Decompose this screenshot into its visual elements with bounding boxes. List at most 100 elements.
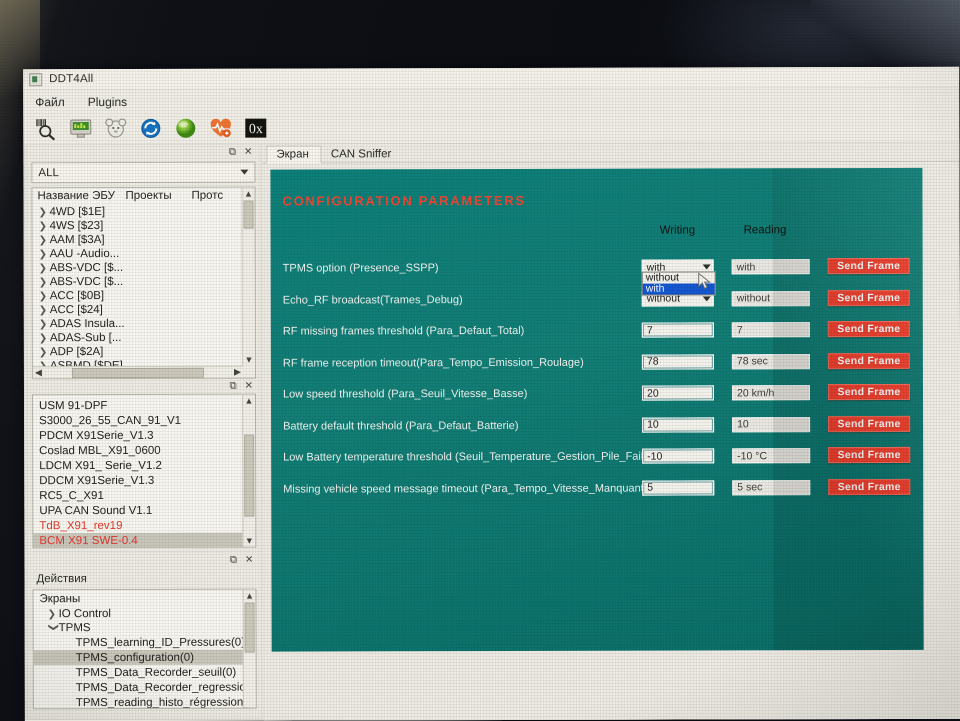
tree-leaf-item[interactable]: TPMS_learning_ID_Pressures(0) <box>34 635 256 651</box>
module-list-vscrollbar[interactable]: ▲ ▼ <box>242 394 256 547</box>
hscroll-thumb[interactable] <box>71 367 204 378</box>
ecu-list-item[interactable]: ❯ AAU -Audio... <box>33 247 255 262</box>
chevron-right-icon[interactable]: ❯ <box>39 347 50 358</box>
scroll-thumb[interactable] <box>243 200 254 229</box>
float-icon[interactable]: ⧉ <box>230 554 237 565</box>
mouse-cursor-icon <box>698 272 711 290</box>
module-list-item[interactable]: BCM X91 SWE-0.4 <box>33 532 256 549</box>
chevron-right-icon[interactable]: ❯ <box>39 235 50 246</box>
tree-leaf-item[interactable]: TPMS_configuration(0) <box>33 649 256 666</box>
start-icon[interactable] <box>173 116 198 141</box>
chevron-right-icon[interactable]: ❯ <box>39 249 50 260</box>
scroll-up-icon[interactable]: ▲ <box>243 395 255 407</box>
chevron-right-icon[interactable]: ❯ <box>39 207 50 218</box>
ecu-list-item[interactable]: ❯ ABS-VDC [$... <box>33 261 255 276</box>
send-frame-button[interactable]: Send Frame <box>828 415 911 432</box>
scroll-up-icon[interactable]: ▲ <box>242 188 254 200</box>
chevron-right-icon[interactable]: ❯ <box>39 305 50 316</box>
module-list-item[interactable]: USM 91-DPF <box>33 398 255 414</box>
menu-plugins[interactable]: Plugins <box>88 94 127 108</box>
parameter-label: Echo_RF broadcast(Trames_Debug) <box>282 293 463 307</box>
send-frame-button[interactable]: Send Frame <box>827 257 910 275</box>
writing-input[interactable]: 5 <box>642 479 715 496</box>
ecu-list-item[interactable]: ❯ ABS-VDC [$... <box>33 275 255 290</box>
module-list-item[interactable]: LDCM X91_ Serie_V1.2 <box>33 458 255 474</box>
ecu-list-hscrollbar[interactable]: ◀ ▶ <box>32 365 243 379</box>
float-icon[interactable]: ⧉ <box>229 380 236 391</box>
send-frame-button[interactable]: Send Frame <box>827 383 911 401</box>
actions-treebox[interactable]: Экраны ❯ IO Control ❯ TPMS TPMS_learning_ID_… <box>32 588 257 710</box>
scroll-left-icon[interactable]: ◀ <box>34 367 43 378</box>
module-listbox[interactable]: USM 91-DPF S3000_26_55_CAN_91_V1 PDCM X91S… <box>31 393 257 549</box>
ecg-heart-icon[interactable] <box>208 116 233 141</box>
send-frame-button[interactable]: Send Frame <box>828 446 911 464</box>
scroll-up-icon[interactable]: ▲ <box>244 590 256 602</box>
float-icon[interactable]: ⧉ <box>229 146 236 157</box>
actions-tree-vscrollbar[interactable]: ▲ <box>242 589 256 708</box>
chevron-down-icon[interactable] <box>702 264 711 270</box>
mouse-icon[interactable] <box>103 116 128 141</box>
module-list-item[interactable]: TdB_X91_rev19 <box>33 518 255 534</box>
ecu-list-item[interactable]: ❯ AAM [$3A] <box>33 233 255 248</box>
ecu-scan-icon[interactable] <box>33 116 58 141</box>
screen-area: CONFIGURATION PARAMETERS Writing Reading… <box>262 161 960 721</box>
writing-input[interactable]: 78 <box>641 353 714 370</box>
ecu-list-vscrollbar[interactable]: ▲ ▼ <box>241 187 255 378</box>
tree-leaf-item[interactable]: TPMS_reading_histo_régression_1(0) <box>34 695 257 710</box>
tab-screen[interactable]: Экран <box>266 145 322 164</box>
tree-leaf-item[interactable]: TPMS_Data_Recorder_seuil(0) <box>34 665 256 681</box>
module-list-item[interactable]: PDCM X91Serie_V1.3 <box>33 428 255 444</box>
writing-input[interactable]: 7 <box>641 322 714 338</box>
menu-file[interactable]: Файл <box>35 95 65 109</box>
send-frame-button[interactable]: Send Frame <box>827 320 910 338</box>
module-list-item[interactable]: S3000_26_55_CAN_91_V1 <box>33 413 255 429</box>
ecu-list-item[interactable]: ❯ ACC [$0B] <box>33 289 255 304</box>
chevron-right-icon[interactable]: ❯ <box>39 291 50 302</box>
column-header-writing: Writing <box>659 224 696 237</box>
ecu-list-item[interactable]: ❯ 4WD [$1E] <box>33 205 255 220</box>
chevron-right-icon[interactable]: ❯ <box>48 609 59 620</box>
chevron-right-icon[interactable]: ❯ <box>39 263 50 274</box>
ecu-filter-combo[interactable]: ALL <box>31 161 256 184</box>
scroll-right-icon[interactable]: ▶ <box>233 367 242 378</box>
tree-node-tpms[interactable]: ❯ TPMS <box>34 621 256 636</box>
chevron-down-icon[interactable]: ❯ <box>48 623 59 634</box>
module-list-item[interactable]: UPA CAN Sound V1.1 <box>33 503 255 519</box>
chevron-right-icon[interactable]: ❯ <box>39 221 50 232</box>
send-frame-button[interactable]: Send Frame <box>828 478 911 495</box>
chevron-down-icon[interactable] <box>702 295 711 301</box>
module-list-item[interactable]: Coslad MBL_X91_0600 <box>33 443 255 459</box>
ecu-list-item[interactable]: ❯ ADP [$2A] <box>33 345 255 360</box>
scroll-thumb[interactable] <box>244 434 255 517</box>
chevron-right-icon[interactable]: ❯ <box>39 319 50 330</box>
hex-0x-icon[interactable]: 0x <box>243 116 268 141</box>
module-list-item[interactable]: DDCM X91Serie_V1.3 <box>33 473 255 489</box>
scroll-thumb[interactable] <box>244 602 255 653</box>
writing-input[interactable]: 10 <box>642 416 715 433</box>
refresh-icon[interactable] <box>138 116 163 141</box>
tab-can-sniffer[interactable]: CAN Sniffer <box>322 146 404 162</box>
tree-node-io-control[interactable]: ❯ IO Control <box>34 607 256 622</box>
column-protocol: Протс <box>191 189 224 202</box>
module-list-item[interactable]: RC5_C_X91 <box>33 488 255 504</box>
close-icon[interactable]: ✕ <box>244 146 252 157</box>
writing-input[interactable]: 20 <box>641 385 715 401</box>
chevron-right-icon[interactable]: ❯ <box>39 277 50 288</box>
display-icon[interactable] <box>68 116 93 141</box>
ecu-listbox[interactable]: Название ЭБУ Проекты Протс ❯ 4WD [$1E] ❯ 4W… <box>31 186 256 380</box>
writing-input[interactable]: -10 <box>642 448 715 464</box>
send-frame-button[interactable]: Send Frame <box>827 289 910 306</box>
scroll-down-icon[interactable]: ▼ <box>243 354 255 366</box>
close-icon[interactable]: ✕ <box>245 554 253 565</box>
ecu-list-item[interactable]: ❯ ADAS Insula... <box>33 317 255 332</box>
parameter-label: Low speed threshold (Para_Seuil_Vitesse_… <box>282 387 528 401</box>
close-icon[interactable]: ✕ <box>245 380 253 391</box>
ecu-list-item[interactable]: ❯ ADAS-Sub [... <box>33 331 255 346</box>
chevron-right-icon[interactable]: ❯ <box>39 333 50 344</box>
send-frame-button[interactable]: Send Frame <box>827 352 910 369</box>
ecu-list-item[interactable]: ❯ 4WS [$23] <box>33 219 255 234</box>
tree-leaf-item[interactable]: TPMS_Data_Recorder_regression(0) <box>34 680 257 696</box>
parameter-row: RF frame reception timeout(Para_Tempo_Em… <box>271 352 923 376</box>
scroll-down-icon[interactable]: ▼ <box>243 535 255 547</box>
ecu-list-item[interactable]: ❯ ACC [$24] <box>33 303 255 318</box>
